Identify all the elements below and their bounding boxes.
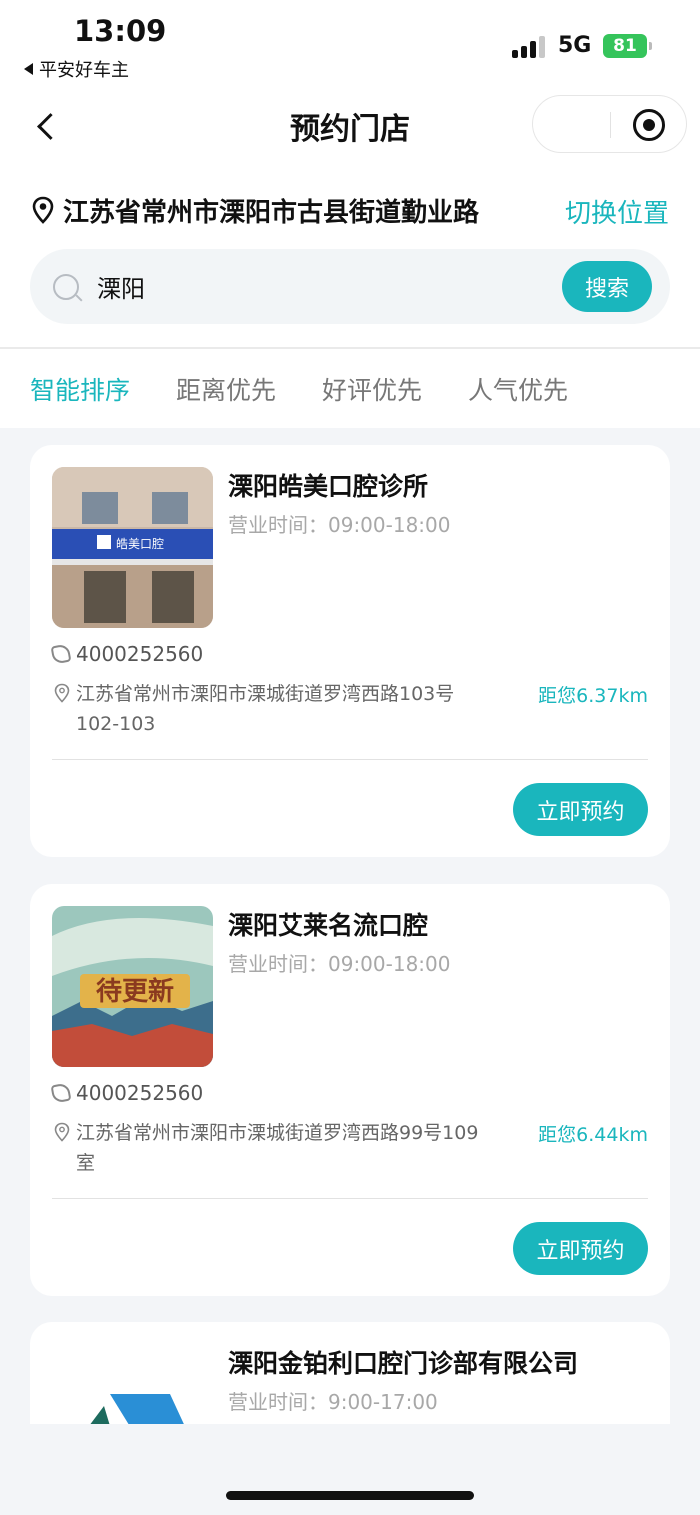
- current-location: 江苏省常州市溧阳市古县街道勤业路: [63, 198, 480, 228]
- address-pin-icon: [54, 683, 70, 703]
- network-type: 5G: [558, 33, 592, 58]
- store-phone[interactable]: 4000252560: [50, 642, 204, 666]
- search-input[interactable]: [97, 267, 537, 305]
- card-divider: [52, 1198, 648, 1199]
- phone-icon: [50, 643, 72, 665]
- store-card[interactable]: 皓美口腔 溧阳皓美口腔诊所 营业时间：09:00-18:00 400025256…: [30, 445, 670, 857]
- store-name: 溧阳皓美口腔诊所: [228, 472, 429, 501]
- store-address: 江苏省常州市溧阳市溧城街道罗湾西路99号109室: [76, 1122, 479, 1174]
- store-thumbnail: 皓美口腔: [52, 467, 213, 628]
- placeholder-label: 待更新: [96, 976, 174, 1007]
- store-name: 溧阳艾莱名流口腔: [228, 911, 429, 940]
- store-card[interactable]: 待更新 溧阳艾莱名流口腔 营业时间：09:00-18:00 4000252560…: [30, 884, 670, 1296]
- phone-number: 4000252560: [76, 642, 204, 666]
- miniapp-capsule: [532, 95, 687, 153]
- tab-smart-sort[interactable]: 智能排序: [30, 371, 130, 407]
- back-app-label: 平安好车主: [39, 60, 129, 81]
- switch-location-link[interactable]: 切换位置: [565, 193, 669, 230]
- search-icon: [53, 274, 79, 300]
- cellular-signal-icon: [512, 34, 545, 58]
- placeholder-image: 待更新: [52, 906, 213, 1067]
- business-hours: 营业时间：09:00-18:00: [228, 513, 451, 537]
- phone-number: 4000252560: [76, 1081, 204, 1105]
- business-hours: 营业时间：9:00-17:00: [228, 1390, 438, 1414]
- back-to-app-link[interactable]: 平安好车主: [24, 56, 129, 82]
- status-time: 13:09: [74, 14, 167, 48]
- location-pin-icon: [32, 196, 54, 224]
- sort-tabs: 智能排序 距离优先 好评优先 人气优先: [30, 371, 568, 407]
- store-distance: 距您6.37km: [538, 685, 648, 707]
- battery-icon: 81: [603, 34, 652, 58]
- store-distance: 距您6.44km: [538, 1124, 648, 1146]
- divider: [0, 347, 700, 349]
- store-phone[interactable]: 4000252560: [50, 1081, 204, 1105]
- phone-icon: [50, 1082, 72, 1104]
- book-now-button[interactable]: 立即预约: [513, 1222, 648, 1275]
- capsule-divider: [610, 112, 611, 138]
- tab-rating-first[interactable]: 好评优先: [322, 371, 422, 407]
- book-now-button[interactable]: 立即预约: [513, 783, 648, 836]
- business-hours: 营业时间：09:00-18:00: [228, 952, 451, 976]
- tab-distance-first[interactable]: 距离优先: [176, 371, 276, 407]
- bottom-safe-area: [0, 1424, 700, 1515]
- thumb-sign-text: 皓美口腔: [116, 536, 164, 551]
- store-address: 江苏省常州市溧阳市溧城街道罗湾西路103号102-103: [76, 683, 455, 735]
- storefront-image: 皓美口腔: [52, 467, 213, 628]
- back-triangle-icon: [24, 63, 33, 75]
- close-miniapp-icon[interactable]: [633, 109, 665, 141]
- search-bar: 搜索: [30, 249, 670, 324]
- address-pin-icon: [54, 1122, 70, 1142]
- home-indicator[interactable]: [226, 1491, 474, 1500]
- tab-popularity-first[interactable]: 人气优先: [468, 371, 568, 407]
- store-thumbnail: 待更新: [52, 906, 213, 1067]
- store-name: 溧阳金铂利口腔门诊部有限公司: [228, 1349, 579, 1378]
- battery-level: 81: [613, 36, 637, 56]
- card-divider: [52, 759, 648, 760]
- search-button[interactable]: 搜索: [562, 261, 652, 312]
